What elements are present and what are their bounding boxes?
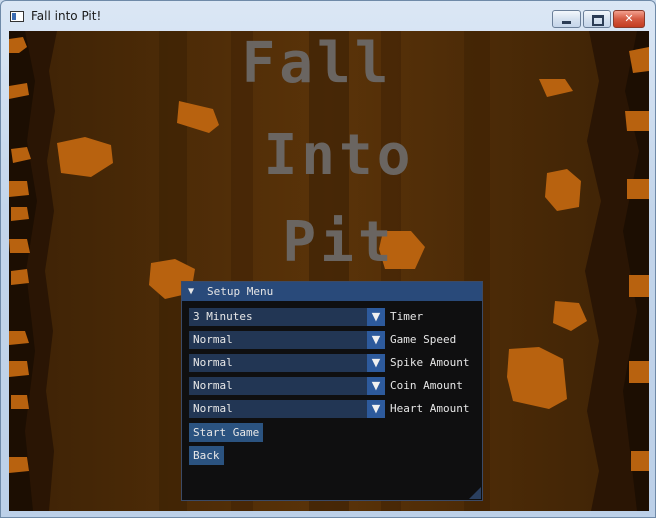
heart-amount-value: Normal bbox=[193, 402, 233, 415]
minimize-button[interactable] bbox=[552, 10, 581, 28]
collapse-triangle-icon[interactable]: ▼ bbox=[188, 282, 194, 301]
timer-dropdown[interactable]: 3 Minutes bbox=[189, 308, 367, 326]
spike-amount-dropdown-arrow-icon[interactable]: ▼ bbox=[367, 354, 385, 372]
coin-amount-dropdown-arrow-icon[interactable]: ▼ bbox=[367, 377, 385, 395]
resize-grip-icon[interactable] bbox=[469, 487, 481, 499]
spike-amount-dropdown[interactable]: Normal bbox=[189, 354, 367, 372]
start-game-button[interactable]: Start Game bbox=[189, 423, 264, 442]
coin-amount-label: Coin Amount bbox=[390, 379, 463, 392]
logo-line-1: Fall bbox=[241, 31, 393, 96]
app-window: Fall into Pit! ✕ Fall Into Pit ▼ Setup M… bbox=[0, 0, 656, 518]
spike-amount-value: Normal bbox=[193, 356, 233, 369]
logo-line-3: Pit bbox=[282, 210, 396, 275]
setup-menu-title: Setup Menu bbox=[207, 285, 274, 298]
heart-amount-dropdown-arrow-icon[interactable]: ▼ bbox=[367, 400, 385, 418]
title-bar[interactable]: Fall into Pit! ✕ bbox=[1, 1, 655, 31]
close-icon: ✕ bbox=[624, 12, 634, 25]
coin-amount-value: Normal bbox=[193, 379, 233, 392]
game-speed-dropdown[interactable]: Normal bbox=[189, 331, 367, 349]
back-button[interactable]: Back bbox=[189, 446, 224, 465]
coin-amount-dropdown[interactable]: Normal bbox=[189, 377, 367, 395]
heart-amount-label: Heart Amount bbox=[390, 402, 470, 415]
heart-amount-dropdown[interactable]: Normal bbox=[189, 400, 367, 418]
game-speed-dropdown-arrow-icon[interactable]: ▼ bbox=[367, 331, 385, 349]
window-title: Fall into Pit! bbox=[31, 9, 102, 23]
app-window-icon bbox=[10, 11, 24, 22]
game-viewport[interactable]: Fall Into Pit ▼ Setup Menu 3 Minutes ▼ T… bbox=[9, 31, 649, 511]
timer-dropdown-arrow-icon[interactable]: ▼ bbox=[367, 308, 385, 326]
setup-menu-panel: ▼ Setup Menu 3 Minutes ▼ Timer Normal ▼ … bbox=[181, 281, 483, 501]
setup-menu-header[interactable]: ▼ Setup Menu bbox=[182, 282, 482, 301]
spike-amount-label: Spike Amount bbox=[390, 356, 470, 369]
timer-label: Timer bbox=[390, 310, 424, 323]
maximize-button[interactable] bbox=[583, 10, 611, 28]
close-button[interactable]: ✕ bbox=[613, 10, 645, 28]
timer-value: 3 Minutes bbox=[193, 310, 253, 323]
logo-line-2: Into bbox=[263, 123, 415, 188]
game-speed-label: Game Speed bbox=[390, 333, 457, 346]
game-speed-value: Normal bbox=[193, 333, 233, 346]
